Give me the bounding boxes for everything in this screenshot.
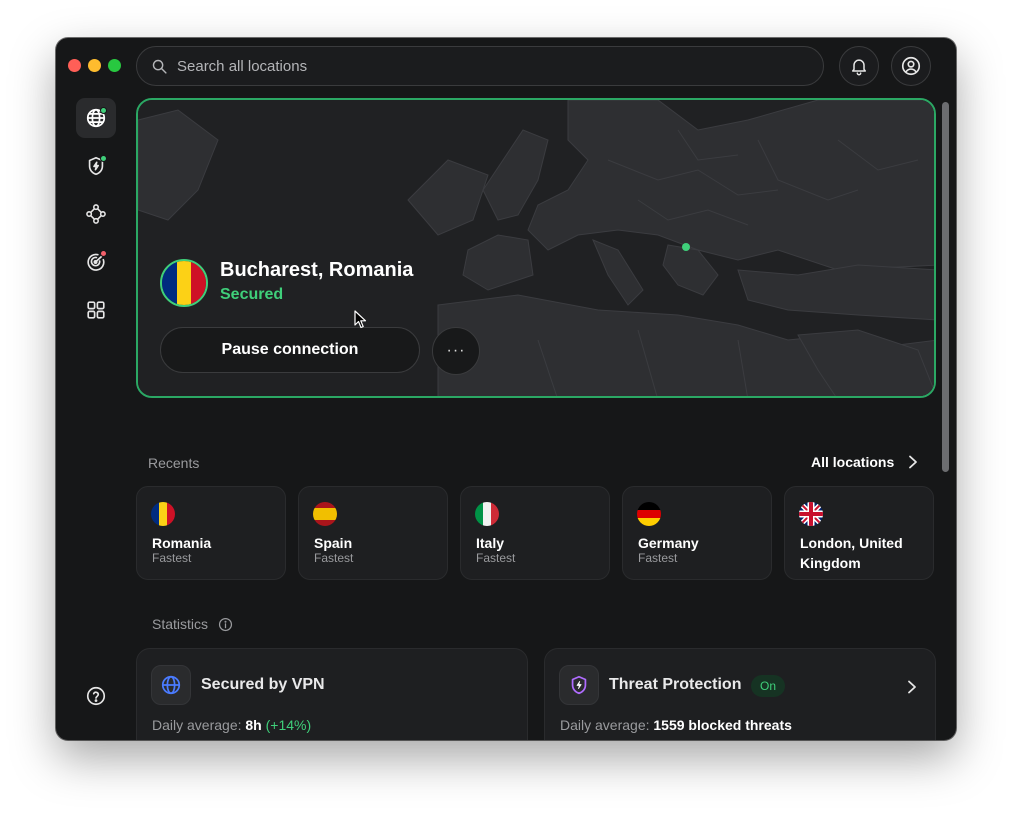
sidebar-item-dark-web-monitor[interactable] xyxy=(76,242,116,282)
profile-icon xyxy=(901,56,921,76)
recent-location-name: Spain xyxy=(314,535,353,551)
sidebar-item-threat-protection[interactable] xyxy=(76,146,116,186)
threat-stat-icon-container xyxy=(559,665,599,705)
close-window-button[interactable] xyxy=(68,59,81,72)
recents-heading: Recents xyxy=(148,455,200,471)
united-kingdom-flag-icon xyxy=(799,502,823,526)
threat-stat-title: Threat Protection xyxy=(609,676,742,693)
zoom-window-button[interactable] xyxy=(108,59,121,72)
minimize-window-button[interactable] xyxy=(88,59,101,72)
scrollbar-thumb[interactable] xyxy=(942,102,949,472)
connected-indicator xyxy=(100,107,107,114)
chevron-right-icon xyxy=(909,455,918,469)
recent-location-card[interactable]: Italy Fastest xyxy=(460,486,610,580)
vpn-stat-card[interactable]: Secured by VPN Daily average: 8h (+14%) xyxy=(136,648,528,740)
bell-icon xyxy=(852,59,866,76)
help-button[interactable] xyxy=(76,676,116,716)
meshnet-icon xyxy=(86,204,106,224)
info-icon[interactable] xyxy=(218,617,233,632)
vpn-stat-title: Secured by VPN xyxy=(201,676,325,693)
search-input[interactable] xyxy=(177,57,777,75)
threat-protection-indicator xyxy=(100,155,107,162)
sidebar-item-meshnet[interactable] xyxy=(76,194,116,234)
all-locations-label: All locations xyxy=(811,454,895,470)
recent-location-detail: Fastest xyxy=(638,551,678,565)
statistics-heading: Statistics xyxy=(152,616,233,632)
sidebar-item-vpn[interactable] xyxy=(76,98,116,138)
all-locations-link[interactable]: All locations xyxy=(811,454,918,470)
globe-icon xyxy=(161,675,181,695)
spain-flag-icon xyxy=(313,502,337,526)
notifications-button[interactable] xyxy=(839,46,879,86)
threat-stat-daily-average: Daily average: 1559 blocked threats xyxy=(560,717,792,733)
italy-flag-icon xyxy=(475,502,499,526)
sidebar-item-apps[interactable] xyxy=(76,290,116,330)
vpn-stat-change: (+14%) xyxy=(265,717,312,733)
recent-location-name: Italy xyxy=(476,535,505,551)
connected-location: Bucharest, Romania xyxy=(220,259,414,281)
help-icon xyxy=(86,686,106,706)
recent-location-detail: Fastest xyxy=(476,551,516,565)
recent-location-name: Romania xyxy=(152,535,212,551)
romania-flag-icon xyxy=(151,502,175,526)
apps-grid-icon xyxy=(87,301,105,319)
statistics-label: Statistics xyxy=(152,616,209,632)
vpn-stat-daily-average: Daily average: 8h (+14%) xyxy=(152,717,312,733)
recent-location-card[interactable]: London, United Kingdom xyxy=(784,486,934,580)
account-button[interactable] xyxy=(891,46,931,86)
vpn-stat-value: 8h xyxy=(245,717,262,733)
connection-card: Bucharest, Romania Secured Pause connect… xyxy=(136,98,936,398)
more-options-button[interactable]: ··· xyxy=(432,327,480,375)
romania-flag-icon xyxy=(160,259,208,307)
threat-protection-stat-card[interactable]: Threat Protection On Daily average: 1559… xyxy=(544,648,936,740)
mouse-cursor-icon xyxy=(354,310,367,329)
status-badge: On xyxy=(751,675,786,697)
connection-status: Secured xyxy=(220,286,284,303)
threat-stat-value: 1559 blocked threats xyxy=(653,717,792,733)
search-icon xyxy=(152,59,167,74)
dark-web-alert-indicator xyxy=(100,250,107,257)
search-bar[interactable] xyxy=(136,46,824,86)
recent-location-name: Germany xyxy=(638,535,699,551)
recent-location-card[interactable]: Romania Fastest xyxy=(136,486,286,580)
chevron-right-icon[interactable] xyxy=(907,680,917,694)
vpn-stat-icon-container xyxy=(151,665,191,705)
recent-location-card[interactable]: Spain Fastest xyxy=(298,486,448,580)
recent-location-detail: Fastest xyxy=(314,551,354,565)
app-window: Bucharest, Romania Secured Pause connect… xyxy=(56,38,956,740)
recent-location-name: London, United Kingdom xyxy=(800,535,903,571)
recent-location-detail: Fastest xyxy=(152,551,192,565)
germany-flag-icon xyxy=(637,502,661,526)
threat-shield-icon xyxy=(571,675,587,695)
recent-location-card[interactable]: Germany Fastest xyxy=(622,486,772,580)
pause-connection-button[interactable]: Pause connection xyxy=(160,327,420,373)
